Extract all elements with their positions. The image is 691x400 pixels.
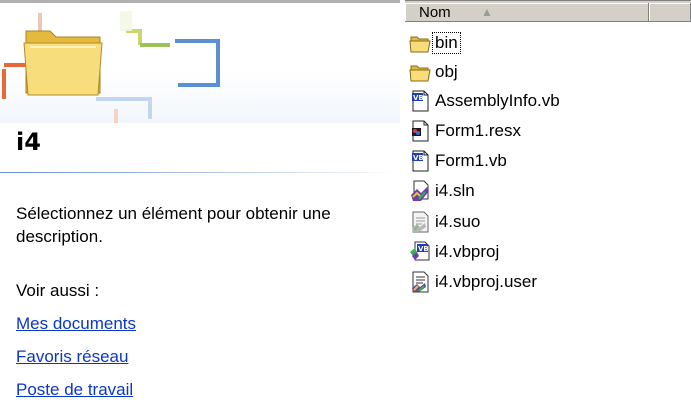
file-name: obj	[435, 62, 458, 81]
vbproj-file-icon: VB	[410, 241, 430, 261]
file-name: Form1.resx	[435, 121, 521, 140]
file-name: i4.sln	[435, 181, 475, 200]
folder-large-icon	[23, 30, 103, 96]
banner-artwork	[2, 11, 220, 123]
file-item-i4-vbproj[interactable]: VB i4.vbproj	[409, 238, 501, 266]
file-list: Nom ▲ bin obj VB AssemblyInfo.vb Form1.r…	[405, 0, 691, 400]
file-item-form1-resx[interactable]: Form1.resx	[409, 117, 523, 145]
file-item-obj[interactable]: obj	[409, 58, 460, 86]
file-item-assemblyinfo-vb[interactable]: VB AssemblyInfo.vb	[409, 87, 562, 115]
file-item-i4-vbproj-user[interactable]: i4.vbproj.user	[409, 268, 539, 296]
file-name: Form1.vb	[435, 151, 507, 170]
file-name: AssemblyInfo.vb	[435, 91, 560, 110]
file-name: bin	[432, 32, 461, 54]
file-item-i4-sln[interactable]: i4.sln	[409, 177, 477, 205]
file-name: i4.vbproj	[435, 242, 500, 261]
solution-file-icon	[411, 180, 429, 201]
folder-info-pane: i4 Sélectionnez un élément pour obtenir …	[0, 0, 400, 400]
column-header-name-label: Nom	[419, 4, 451, 21]
suo-file-icon	[412, 211, 429, 233]
column-header-next[interactable]	[649, 3, 691, 22]
see-also-label: Voir aussi :	[16, 281, 100, 300]
file-item-bin[interactable]: bin	[409, 29, 461, 57]
svg-text:VB: VB	[413, 94, 424, 102]
link-my-documents[interactable]: Mes documents	[16, 314, 136, 334]
selection-description: Sélectionnez un élément pour obtenir une…	[16, 204, 331, 246]
folder-banner	[0, 3, 400, 123]
svg-text:VB: VB	[413, 154, 424, 162]
sort-ascending-icon: ▲	[481, 5, 493, 19]
folder-title: i4	[16, 128, 41, 156]
link-my-computer[interactable]: Poste de travail	[16, 380, 133, 400]
folder-icon	[409, 65, 431, 82]
file-item-i4-suo[interactable]: i4.suo	[409, 208, 482, 236]
title-divider	[0, 172, 400, 173]
file-name: i4.vbproj.user	[435, 272, 538, 291]
svg-text:VB: VB	[418, 245, 429, 253]
file-name: i4.suo	[435, 212, 481, 231]
resx-file-icon	[412, 120, 429, 142]
vb-file-icon: VB	[412, 150, 429, 172]
vb-file-icon: VB	[412, 90, 429, 112]
vbproj-user-file-icon	[412, 271, 429, 293]
folder-icon	[409, 36, 431, 53]
column-header-name[interactable]: Nom ▲	[405, 3, 649, 22]
link-network-places[interactable]: Favoris réseau	[16, 347, 128, 367]
file-item-form1-vb[interactable]: VB Form1.vb	[409, 147, 509, 175]
